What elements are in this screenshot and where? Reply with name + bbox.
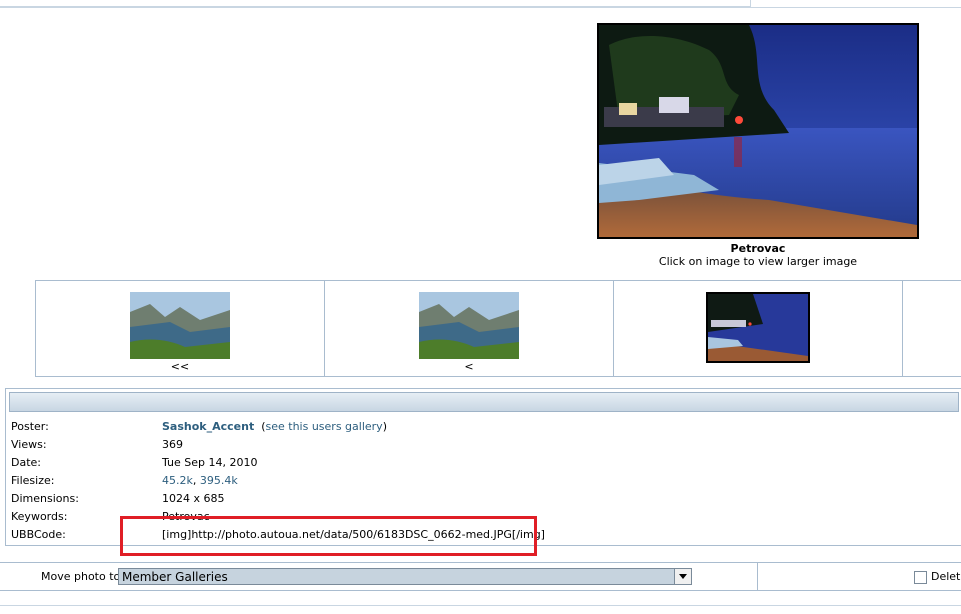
top-strip-inner bbox=[0, 0, 751, 7]
dropdown-arrow-icon[interactable] bbox=[674, 569, 691, 584]
thumb-first-image[interactable] bbox=[130, 292, 230, 359]
gallery-paren-close: ) bbox=[382, 420, 387, 433]
user-gallery-link[interactable]: see this users gallery bbox=[266, 420, 383, 433]
thumb-cell-current bbox=[614, 281, 903, 376]
main-photo[interactable] bbox=[597, 23, 919, 239]
views-value: 369 bbox=[162, 438, 183, 451]
dimensions-value: 1024 x 685 bbox=[162, 492, 225, 505]
first-photo-link[interactable]: << bbox=[36, 360, 324, 373]
thumbnail-strip: << < bbox=[35, 280, 961, 377]
petrovac-thumbnail bbox=[708, 294, 808, 361]
delete-checkbox[interactable] bbox=[914, 571, 927, 584]
ubbcode-highlight-box bbox=[120, 516, 537, 556]
previous-photo-link[interactable]: < bbox=[325, 360, 613, 373]
thumb-prev-image[interactable] bbox=[419, 292, 519, 359]
photo-title: Petrovac bbox=[730, 242, 786, 255]
thumb-current-image[interactable] bbox=[706, 292, 810, 363]
filesize-separator: , bbox=[192, 474, 197, 487]
move-row-divider bbox=[757, 563, 758, 590]
date-value: Tue Sep 14, 2010 bbox=[162, 456, 258, 469]
top-strip bbox=[0, 0, 961, 8]
filesize-label: Filesize: bbox=[11, 474, 55, 487]
move-photo-label: Move photo to: bbox=[41, 570, 124, 583]
move-photo-row: Move photo to: Member Galleries Delete bbox=[0, 562, 961, 591]
filesize-medium-link[interactable]: 45.2k bbox=[162, 474, 193, 487]
dimensions-label: Dimensions: bbox=[11, 492, 79, 505]
details-header-bar bbox=[9, 392, 959, 412]
poster-name-link[interactable]: Sashok_Accent bbox=[162, 420, 254, 433]
photo-hint: Click on image to view larger image bbox=[658, 255, 858, 268]
poster-label: Poster: bbox=[11, 420, 49, 433]
move-photo-selected: Member Galleries bbox=[122, 570, 228, 584]
delete-label: Delete bbox=[931, 570, 961, 583]
views-label: Views: bbox=[11, 438, 47, 451]
date-label: Date: bbox=[11, 456, 41, 469]
petrovac-photo bbox=[599, 25, 917, 237]
filesize-full-link[interactable]: 395.4k bbox=[200, 474, 238, 487]
thumb-cell-first: << bbox=[36, 281, 325, 376]
fjord-thumbnail bbox=[130, 292, 230, 359]
move-photo-select[interactable]: Member Galleries bbox=[118, 568, 692, 585]
thumb-cell-prev: < bbox=[325, 281, 614, 376]
fjord-thumbnail bbox=[419, 292, 519, 359]
